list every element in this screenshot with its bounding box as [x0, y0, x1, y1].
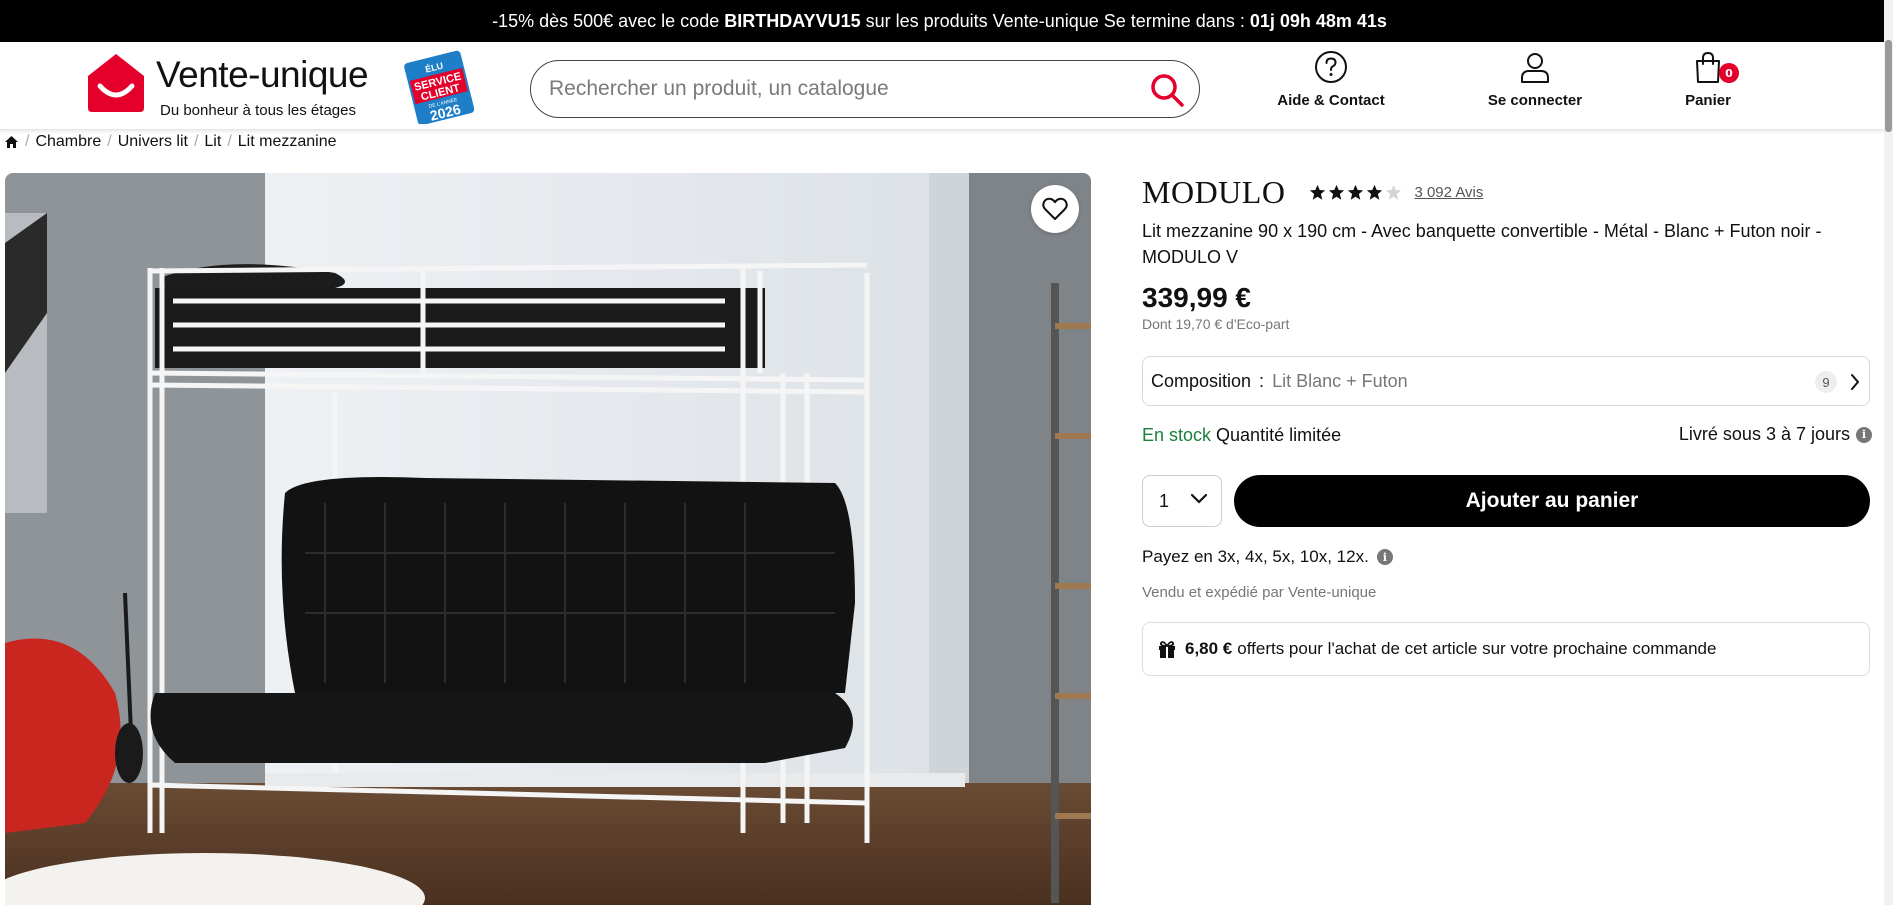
product-title: Lit mezzanine 90 x 190 cm - Avec banquet…: [1142, 221, 1822, 267]
reviews-link[interactable]: 3 092 Avis: [1414, 184, 1483, 201]
product-price: 339,99 €: [1142, 282, 1251, 313]
breadcrumb-separator: /: [227, 133, 232, 150]
rating-stars: [1309, 184, 1402, 201]
promo-code: BIRTHDAYVU15: [724, 10, 861, 31]
delivery-info: Livré sous 3 à 7 jours i: [1679, 424, 1872, 445]
delivery-text: Livré sous 3 à 7 jours: [1678, 424, 1850, 444]
promo-text: -15% dès 500€ avec le code: [492, 10, 720, 31]
site-logo[interactable]: Vente-unique Du bonheur à tous les étage…: [86, 52, 386, 122]
product-info-panel: MODULO 3 092 Avis Lit mezzanine 90 x 190…: [1142, 172, 1872, 676]
product-image[interactable]: [5, 173, 1091, 905]
gift-icon: [1159, 641, 1175, 658]
search-input[interactable]: [549, 77, 1129, 101]
composition-selector[interactable]: Composition : Lit Blanc + Futon 9: [1142, 356, 1870, 406]
availability-row: En stock Quantité limitée Livré sous 3 à…: [1142, 422, 1872, 448]
star-empty-icon: [1386, 184, 1402, 200]
promo-countdown: 01j 09h 48m 41s: [1249, 10, 1387, 31]
cart-label: Panier: [1685, 92, 1731, 109]
composition-value: Lit Blanc + Futon: [1272, 370, 1408, 391]
service-client-badge: ÉLU SERVICE CLIENT DE L'ANNÉE 2026: [404, 50, 474, 124]
search-bar: [530, 60, 1200, 118]
breadcrumb-item-lit[interactable]: Lit: [204, 133, 221, 151]
site-header: Vente-unique Du bonheur à tous les étage…: [0, 42, 1884, 130]
promo-text-end: sur les produits Vente-unique Se termine…: [865, 10, 1245, 31]
promo-banner: -15% dès 500€ avec le code BIRTHDAYVU15 …: [0, 0, 1884, 42]
breadcrumb-item-univers-lit[interactable]: Univers lit: [118, 133, 188, 151]
help-icon: [1315, 51, 1347, 83]
star-filled-icon: [1367, 184, 1383, 200]
payment-options: Payez en 3x, 4x, 5x, 10x, 12x. i: [1142, 547, 1393, 567]
gift-amount: 6,80 €: [1185, 639, 1233, 658]
star-filled-icon: [1329, 184, 1345, 200]
favorite-button[interactable]: [1031, 185, 1079, 233]
search-icon[interactable]: [1147, 70, 1187, 110]
logo-tagline: Du bonheur à tous les étages: [160, 102, 356, 119]
gift-text: offerts pour l'achat de cet article sur …: [1237, 639, 1717, 658]
payment-text: Payez en 3x, 4x, 5x, 10x, 12x.: [1142, 547, 1369, 566]
star-filled-icon: [1348, 184, 1364, 200]
login-label: Se connecter: [1487, 92, 1583, 109]
product-title-row: MODULO 3 092 Avis: [1142, 172, 1872, 212]
heart-icon: [1042, 197, 1068, 220]
product-brand: MODULO: [1142, 173, 1286, 210]
breadcrumb: / Chambre / Univers lit / Lit / Lit mezz…: [4, 131, 336, 153]
breadcrumb-item-chambre[interactable]: Chambre: [35, 133, 101, 151]
info-icon[interactable]: i: [1376, 549, 1393, 565]
page-scrollbar[interactable]: [1884, 0, 1893, 905]
eco-part: Dont 19,70 € d'Eco-part: [1142, 316, 1290, 332]
cart-link[interactable]: 0 Panier: [1633, 50, 1783, 124]
loyalty-offer: 6,80 € offerts pour l'achat de cet artic…: [1142, 622, 1870, 676]
home-icon[interactable]: [4, 135, 19, 149]
logo-name: Vente-unique: [156, 54, 369, 95]
breadcrumb-item-lit-mezzanine[interactable]: Lit mezzanine: [238, 133, 337, 151]
login-link[interactable]: Se connecter: [1460, 50, 1610, 124]
quantity-value: 1: [1159, 490, 1170, 511]
product-photo-illustration: [5, 173, 1091, 905]
composition-count-badge: 9: [1815, 371, 1837, 393]
scrollbar-thumb[interactable]: [1885, 40, 1892, 132]
logo-house-icon: [88, 54, 144, 112]
seller-info: Vendu et expédié par Vente-unique: [1142, 584, 1377, 601]
chevron-right-icon: [1851, 374, 1860, 390]
cart-count-badge: 0: [1719, 63, 1739, 83]
info-icon[interactable]: i: [1856, 426, 1872, 443]
stock-note: Quantité limitée: [1216, 424, 1342, 445]
breadcrumb-separator: /: [25, 133, 30, 150]
help-label: Aide & Contact: [1277, 92, 1385, 109]
help-contact-link[interactable]: Aide & Contact: [1256, 50, 1406, 124]
breadcrumb-separator: /: [193, 133, 199, 150]
stock-status: En stock: [1142, 424, 1212, 445]
quantity-select[interactable]: 1: [1142, 475, 1222, 527]
composition-colon: :: [1259, 370, 1265, 391]
composition-label: Composition: [1151, 370, 1252, 391]
user-icon: [1521, 53, 1549, 83]
add-to-cart-button[interactable]: Ajouter au panier: [1234, 475, 1870, 527]
star-filled-icon: [1310, 184, 1326, 200]
chevron-down-icon: [1190, 493, 1208, 504]
breadcrumb-separator: /: [107, 133, 112, 150]
